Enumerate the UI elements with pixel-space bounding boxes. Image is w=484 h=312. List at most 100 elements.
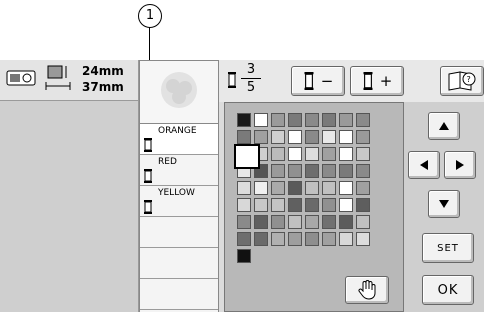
color-palette-area [224,102,404,312]
color-swatch[interactable] [305,215,319,229]
color-swatch[interactable] [271,232,285,246]
color-row-yellow[interactable]: YELLOW [140,186,218,217]
color-swatch[interactable] [237,198,251,212]
color-swatch[interactable] [356,130,370,144]
color-swatch[interactable] [271,181,285,195]
color-counter: 3 5 [241,62,261,95]
color-swatch[interactable] [254,130,268,144]
color-swatch[interactable] [322,181,336,195]
color-swatch[interactable] [288,215,302,229]
navigation-panel: SET OK [404,102,484,312]
color-swatch[interactable] [339,215,353,229]
color-row-orange[interactable]: ORANGE [140,124,218,155]
color-swatch[interactable] [305,198,319,212]
left-arrow-button[interactable] [408,151,440,179]
color-swatch[interactable] [288,113,302,127]
svg-text:?: ? [467,75,471,84]
right-arrow-icon [456,160,464,170]
down-arrow-button[interactable] [428,190,460,218]
color-swatch[interactable] [356,164,370,178]
color-counter-current: 3 [246,62,256,77]
color-swatch[interactable] [288,164,302,178]
color-swatch[interactable] [322,232,336,246]
color-swatch[interactable] [339,198,353,212]
color-swatch[interactable] [339,232,353,246]
color-swatch[interactable] [237,181,251,195]
color-swatch[interactable] [322,198,336,212]
color-row-red[interactable]: RED [140,155,218,186]
color-swatch[interactable] [288,130,302,144]
color-swatch[interactable] [237,249,251,263]
pattern-preview [161,72,197,108]
color-swatch[interactable] [356,113,370,127]
color-swatch[interactable] [254,113,268,127]
color-swatch[interactable] [237,113,251,127]
color-swatch[interactable] [305,181,319,195]
color-swatch[interactable] [305,113,319,127]
color-swatch[interactable] [271,215,285,229]
color-swatch[interactable] [339,147,353,161]
empty-swatch-slot [356,249,370,263]
color-swatch[interactable] [254,232,268,246]
size-icon [45,65,71,90]
color-name: ORANGE [158,126,197,136]
next-color-button[interactable]: + [350,66,404,96]
color-swatch[interactable] [339,164,353,178]
color-swatch[interactable] [305,147,319,161]
color-swatch[interactable] [305,164,319,178]
thread-spool-icon [363,72,373,90]
color-swatch[interactable] [356,198,370,212]
color-swatch[interactable] [237,130,251,144]
set-button[interactable]: SET [422,233,474,263]
thread-spool-icon [144,138,152,152]
right-arrow-button[interactable] [444,151,476,179]
minus-label: − [320,72,334,90]
hand-button[interactable] [345,276,389,304]
color-swatch[interactable] [271,164,285,178]
color-swatch[interactable] [339,113,353,127]
previous-color-button[interactable]: − [291,66,345,96]
color-swatch[interactable] [356,215,370,229]
empty-swatch-slot [322,249,336,263]
color-name: RED [158,157,177,167]
color-swatch[interactable] [288,198,302,212]
color-swatch[interactable] [322,147,336,161]
color-swatch[interactable] [356,147,370,161]
down-arrow-icon [439,200,449,208]
color-swatch[interactable] [254,198,268,212]
color-name: YELLOW [158,188,195,198]
help-book-icon: ? [448,71,476,91]
up-arrow-button[interactable] [428,112,460,140]
color-swatch[interactable] [271,130,285,144]
color-swatch[interactable] [322,215,336,229]
color-swatch[interactable] [288,232,302,246]
color-swatch[interactable] [254,181,268,195]
color-swatch[interactable] [288,181,302,195]
color-swatch[interactable] [322,130,336,144]
color-swatch[interactable] [237,232,251,246]
color-swatch[interactable] [322,164,336,178]
empty-swatch-slot [305,249,319,263]
color-swatch[interactable] [339,130,353,144]
color-swatch[interactable] [288,147,302,161]
help-button[interactable]: ? [440,66,484,96]
color-swatch[interactable] [356,232,370,246]
ok-button[interactable]: OK [422,275,474,305]
color-swatch[interactable] [305,232,319,246]
color-row-empty [140,279,218,310]
color-swatch[interactable] [305,130,319,144]
color-swatch[interactable] [271,147,285,161]
color-swatch[interactable] [356,181,370,195]
color-swatch[interactable] [254,215,268,229]
color-swatch[interactable] [237,215,251,229]
up-arrow-icon [439,122,449,130]
thread-spool-icon [144,169,152,183]
color-swatch[interactable] [339,181,353,195]
thread-color-list: ORANGE RED YELLOW [139,124,219,312]
color-swatch[interactable] [322,113,336,127]
color-swatch[interactable] [271,198,285,212]
color-swatch[interactable] [271,113,285,127]
callout-number: 1 [138,4,162,28]
hand-icon [358,280,376,300]
empty-swatch-slot [254,249,268,263]
